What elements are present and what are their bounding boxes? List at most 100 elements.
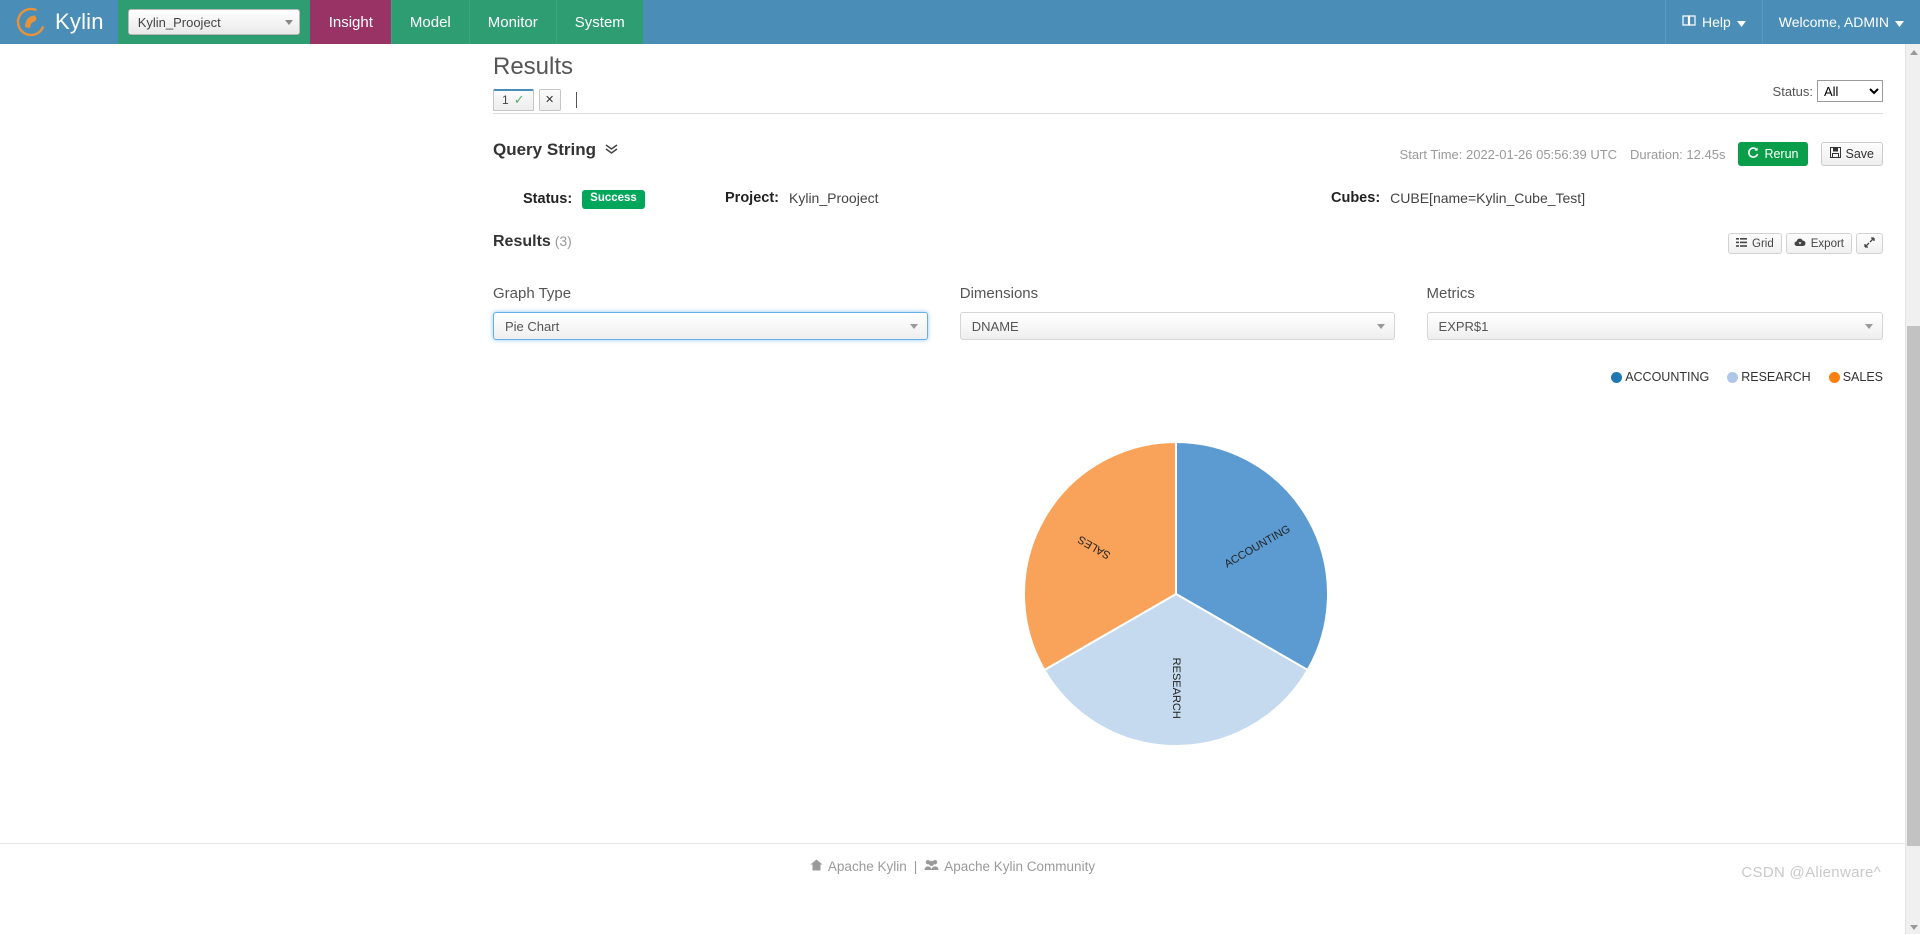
- metrics-select[interactable]: EXPR$1: [1426, 312, 1883, 340]
- footer-separator: |: [913, 859, 918, 874]
- status-badge: Success: [582, 190, 645, 209]
- chevron-double-down-icon[interactable]: [605, 143, 618, 158]
- query-tabs: 1 ✓ ✕: [493, 86, 1883, 114]
- graph-type-label: Graph Type: [493, 285, 572, 302]
- book-icon: [1682, 14, 1696, 30]
- legend-color-swatch: [1611, 371, 1623, 383]
- chart-legend: ACCOUNTING RESEARCH SALES: [1611, 370, 1883, 384]
- chart-area: ACCOUNTING RESEARCH SALES ACCOUNTING RESE…: [493, 370, 1883, 830]
- metrics-group: Metrics EXPR$1: [1426, 285, 1883, 340]
- cloud-download-icon: [1794, 238, 1806, 250]
- chevron-down-icon: [1376, 323, 1385, 329]
- metrics-value: EXPR$1: [1438, 318, 1489, 334]
- chevron-down-icon: [1736, 14, 1746, 30]
- footer-link-apache-kylin[interactable]: Apache Kylin: [810, 859, 907, 874]
- text-cursor: [575, 91, 577, 108]
- scroll-down-button[interactable]: [1906, 919, 1920, 935]
- query-tab-label: 1: [502, 93, 509, 107]
- cubes-value: CUBE[name=Kylin_Cube_Test]: [1390, 190, 1586, 206]
- legend-item-sales[interactable]: SALES: [1828, 370, 1883, 384]
- check-icon: ✓: [513, 92, 525, 107]
- query-string-header[interactable]: Query String: [493, 140, 618, 160]
- arrow-down-icon: [1909, 924, 1918, 930]
- footer-link2-label: Apache Kylin Community: [944, 859, 1096, 874]
- home-icon: [810, 859, 823, 874]
- pie-chart-svg: ACCOUNTINGRESEARCHSALES: [1023, 440, 1329, 747]
- project-selector-wrap: Kylin_Prooject: [117, 0, 310, 44]
- export-button[interactable]: Export: [1785, 233, 1852, 254]
- start-time: Start Time: 2022-01-26 05:56:39 UTC: [1399, 146, 1618, 162]
- dimensions-group: Dimensions DNAME: [959, 285, 1395, 340]
- dimensions-select[interactable]: DNAME: [959, 312, 1395, 340]
- grid-button[interactable]: Grid: [1728, 233, 1782, 254]
- kylin-logo-icon: [16, 7, 46, 37]
- status-filter-label: Status:: [1772, 83, 1813, 99]
- graph-type-select[interactable]: Pie Chart: [493, 312, 928, 340]
- brand[interactable]: Kylin: [0, 0, 118, 44]
- rerun-label: Rerun: [1764, 147, 1799, 161]
- query-tab-1[interactable]: 1 ✓: [493, 88, 534, 111]
- legend-color-swatch: [1828, 371, 1840, 383]
- chevron-down-icon: [909, 323, 918, 329]
- legend-label: ACCOUNTING: [1625, 370, 1710, 384]
- export-label: Export: [1810, 237, 1844, 250]
- legend-label: SALES: [1842, 370, 1883, 384]
- footer-link-community[interactable]: Apache Kylin Community: [924, 859, 1095, 874]
- dimensions-value: DNAME: [971, 318, 1019, 334]
- floppy-disk-icon: [1829, 147, 1841, 161]
- legend-item-accounting[interactable]: ACCOUNTING: [1611, 370, 1709, 384]
- chevron-down-icon: [1895, 14, 1904, 30]
- results-row: Results (3) Grid Export: [493, 233, 1883, 259]
- close-icon[interactable]: ✕: [538, 88, 561, 111]
- nav-item-model[interactable]: Model: [390, 0, 469, 44]
- meta-row: Status: Success Project: Kylin_Prooject …: [493, 190, 1883, 216]
- scroll-up-button[interactable]: [1906, 44, 1920, 60]
- scrollbar-thumb[interactable]: [1907, 326, 1920, 846]
- nav-spacer: [642, 0, 1665, 44]
- pie-slice-label: RESEARCH: [1170, 658, 1182, 719]
- save-button[interactable]: Save: [1820, 142, 1883, 166]
- cubes-label: Cubes:: [1331, 190, 1381, 206]
- status-field: Status: Success: [523, 190, 645, 209]
- nav-item-monitor[interactable]: Monitor: [468, 0, 556, 44]
- project-field: Project: Kylin_Prooject: [725, 190, 879, 206]
- user-menu[interactable]: Welcome, ADMIN: [1761, 0, 1920, 44]
- watermark: CSDN @Alienware^: [1741, 864, 1881, 881]
- primary-nav: Insight Model Monitor System: [309, 0, 643, 44]
- legend-label: RESEARCH: [1741, 370, 1811, 384]
- chevron-down-icon: [284, 19, 293, 25]
- graph-type-group: Graph Type Pie Chart: [493, 285, 928, 340]
- vertical-scrollbar[interactable]: [1905, 44, 1920, 935]
- duration: Duration: 12.45s: [1630, 146, 1726, 162]
- legend-color-swatch: [1727, 371, 1739, 383]
- project-label: Project:: [725, 190, 779, 206]
- results-title: Results: [493, 233, 551, 250]
- list-icon: [1736, 237, 1748, 250]
- chevron-down-icon: [1864, 323, 1873, 329]
- query-string-label: Query String: [493, 140, 596, 159]
- nav-right: Help Welcome, ADMIN: [1664, 0, 1920, 44]
- dimensions-label: Dimensions: [959, 285, 1039, 302]
- project-selector-value: Kylin_Prooject: [137, 14, 221, 30]
- status-filter: Status: All: [1773, 80, 1883, 102]
- status-label: Status:: [523, 191, 573, 208]
- legend-item-research[interactable]: RESEARCH: [1727, 370, 1811, 384]
- user-menu-label: Welcome, ADMIN: [1778, 14, 1889, 30]
- expand-button[interactable]: [1856, 233, 1883, 254]
- brand-text: Kylin: [55, 9, 104, 34]
- page-body: Results 1 ✓ ✕ Status: All Query String S…: [0, 44, 1905, 889]
- help-menu[interactable]: Help: [1664, 0, 1762, 44]
- pie-chart[interactable]: ACCOUNTING RESEARCH SALES: [1022, 440, 1330, 748]
- rerun-button[interactable]: Rerun: [1738, 142, 1808, 166]
- save-label: Save: [1845, 147, 1875, 161]
- query-string-row: Query String Start Time: 2022-01-26 05:5…: [493, 140, 1883, 174]
- status-filter-select[interactable]: All: [1817, 80, 1883, 102]
- project-selector[interactable]: Kylin_Prooject: [127, 9, 300, 35]
- page-footer: Apache Kylin | Apache Kylin Community: [0, 843, 1905, 889]
- nav-item-insight[interactable]: Insight: [309, 0, 391, 44]
- grid-label: Grid: [1752, 237, 1774, 250]
- results-tools: Grid Export: [1728, 233, 1883, 254]
- nav-item-system[interactable]: System: [555, 0, 643, 44]
- chart-controls: Graph Type Pie Chart Dimensions DNAME Me…: [493, 285, 1883, 340]
- metrics-label: Metrics: [1426, 285, 1475, 302]
